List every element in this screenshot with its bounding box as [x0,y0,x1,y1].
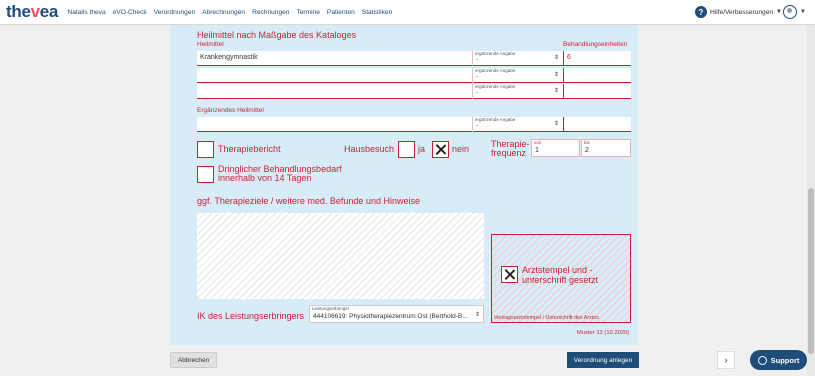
ergaenzende-angabe-select[interactable]: ergänzende Angabe - ⇕ [472,68,562,83]
therapiefrequenz-label: Therapie-frequenz [491,139,530,158]
nav-item-evo-check[interactable]: eVO-Check [109,9,150,16]
select-arrows-icon: ⇕ [474,312,480,318]
ergaenzende-angabe-select[interactable]: ergänzende Angabe - ⇕ [472,117,562,132]
heilmittel-label: Heilmittel [197,41,224,48]
cancel-button[interactable]: Abbrechen [170,352,217,368]
select-arrows-icon: ⇕ [553,72,559,78]
prescription-form: Heilmittel nach Maßgabe des Kataloges He… [170,25,638,345]
avatar [783,5,797,19]
arztstempel-checkbox[interactable] [501,266,518,283]
hausbesuch-label: Hausbesuch [344,144,395,154]
hausbesuch-ja-checkbox[interactable] [398,141,415,158]
dringlich-label: Dringlicher Behandlungsbedarf innerhalb v… [218,164,342,183]
nav-item-patienten[interactable]: Patienten [323,9,358,16]
ergaenzende-angabe-select[interactable]: ergänzende Angabe - ⇕ [472,84,562,99]
muster-label: Muster 13 (10.2020) [577,330,630,336]
help-menu[interactable]: ? Hilfe/Verbesserungen ▼ [695,6,782,18]
leistungserbringer-select[interactable]: Leistungserbringer 444106619: Physiother… [309,305,484,323]
units-field[interactable] [563,68,631,83]
ergaenzendes-heilmittel-label: Ergänzendes Heilmittel [197,107,264,114]
ik-label: IK des Leistungserbringers [197,311,305,321]
top-navigation-bar: thevea Natalis theva eVO-Check Verordnun… [0,0,815,25]
hausbesuch-nein-checkbox[interactable] [432,141,449,158]
ergaenzende-angabe-select[interactable]: ergänzende Angabe - ⇕ [472,51,562,66]
therapiebericht-label: Therapiebericht [218,144,281,154]
nav-item-natalis-theva[interactable]: Natalis theva [64,9,109,16]
ergaenzendes-heilmittel-row: ergänzende Angabe - ⇕ [197,117,631,132]
main-nav: Natalis theva eVO-Check Verordnungen Abr… [64,0,396,25]
hausbesuch-ja-label: ja [418,144,426,154]
heilmittel-row: ergänzende Angabe - ⇕ [197,68,631,83]
units-label: Behandlungseinheiten [563,41,628,48]
hausbesuch-nein-label: nein [452,144,470,154]
help-label: Hilfe/Verbesserungen [710,8,774,16]
arztstempel-box: Arztstempel und - unterschrift gesetzt Ve… [491,234,631,323]
select-arrows-icon: ⇕ [553,55,559,61]
select-arrows-icon: ⇕ [553,121,559,127]
arztstempel-footer: Vertragsarztstempel / Unterschrift des A… [494,315,599,321]
heilmittel-row: ergänzende Angabe - ⇕ [197,84,631,99]
therapiebericht-checkbox[interactable] [197,141,214,158]
nav-item-termine[interactable]: Termine [293,9,323,16]
select-arrows-icon: ⇕ [553,88,559,94]
scrollbar-thumb[interactable] [808,188,814,354]
chevron-down-icon: ▼ [800,9,806,15]
arztstempel-label: Arztstempel und - unterschrift gesetzt [522,265,599,285]
therapieziele-textarea[interactable] [197,213,484,299]
chevron-down-icon: ▼ [776,9,782,15]
units-field[interactable]: 6 [563,51,631,66]
frequenz-von-input[interactable]: von 1 [531,139,580,157]
create-prescription-button[interactable]: Verordnung anlegen [567,352,639,368]
user-menu[interactable]: ▼ [783,5,806,19]
heilmittel-field[interactable]: Krankengymnastik [200,54,258,61]
therapieziele-title: ggf. Therapieziele / weitere med. Befund… [197,196,420,206]
units-field[interactable] [563,117,631,132]
heilmittel-row: Krankengymnastik ergänzende Angabe - ⇕ 6 [197,51,631,66]
nav-item-statistiken[interactable]: Statistiken [358,9,395,16]
nav-item-abrechnungen[interactable]: Abrechnungen [199,9,249,16]
help-icon: ? [695,6,707,18]
units-field[interactable] [563,84,631,99]
dringlich-checkbox[interactable] [197,166,214,183]
nav-item-rechnungen[interactable]: Rechnungen [249,9,293,16]
support-button[interactable]: Support [750,350,807,370]
app-logo[interactable]: thevea [6,2,58,22]
section-title-heilmittel: Heilmittel nach Maßgabe des Kataloges [197,30,357,40]
frequenz-bis-input[interactable]: bis 2 [581,139,631,157]
lifebuoy-icon [757,355,767,365]
chevron-right-icon[interactable]: › [717,351,735,369]
nav-item-verordnungen[interactable]: Verordnungen [150,9,198,16]
page-scrollbar[interactable] [807,25,815,376]
